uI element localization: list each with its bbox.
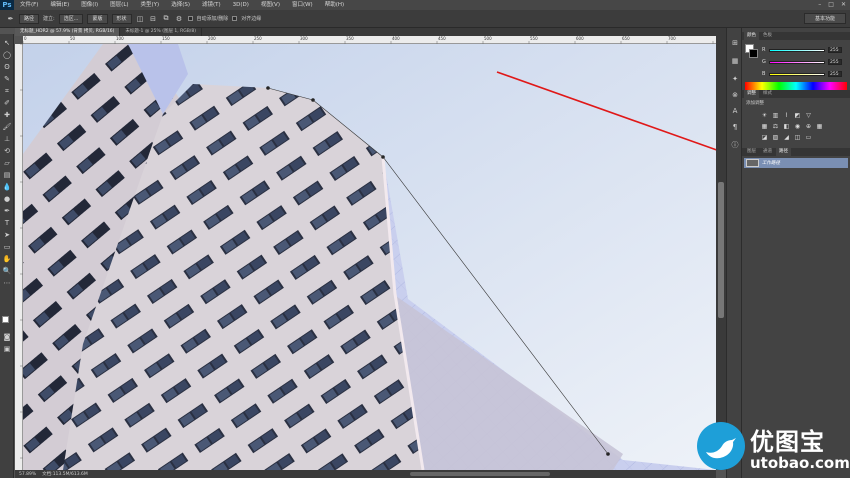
tab-layers[interactable]: 图层 bbox=[744, 148, 759, 156]
slider-red-value[interactable]: 255 bbox=[828, 47, 842, 53]
levels-icon[interactable]: ▥ bbox=[771, 112, 780, 119]
vibrance-icon[interactable]: ▽ bbox=[804, 112, 813, 119]
posterize-icon[interactable]: ▨ bbox=[771, 134, 780, 141]
slider-blue-value[interactable]: 255 bbox=[828, 71, 842, 77]
tab-channels[interactable]: 通道 bbox=[760, 148, 775, 156]
slider-blue-label: B bbox=[762, 71, 766, 77]
watermark-url: utobao.com bbox=[750, 454, 850, 472]
status-bar: 57.89% 文档:113.5M/613.6M bbox=[15, 470, 110, 478]
right-panels: 颜色 色板 R 255 G 255 B 255 调整 样式 添加调整 ☀ ▥ ⌇… bbox=[742, 28, 850, 478]
slider-blue[interactable]: B 255 bbox=[762, 70, 848, 78]
info-panel-icon[interactable]: ⓘ bbox=[730, 140, 740, 150]
slider-blue-track[interactable] bbox=[769, 72, 825, 76]
character-panel-icon[interactable]: A bbox=[730, 106, 740, 116]
color-panel: 颜色 色板 R 255 G 255 B 255 bbox=[742, 32, 850, 94]
horizontal-scroll-thumb[interactable] bbox=[410, 472, 550, 476]
threshold-icon[interactable]: ◢ bbox=[782, 134, 791, 141]
watermark-text: 优图宝 bbox=[750, 428, 825, 456]
brush-panel-icon[interactable]: ✦ bbox=[730, 74, 740, 84]
vertical-scroll-thumb[interactable] bbox=[718, 182, 724, 318]
photoshop-window: Ps 文件(F) 编辑(E) 图像(I) 图层(L) 类型(Y) 选择(S) 滤… bbox=[0, 0, 850, 478]
bird-logo-icon bbox=[697, 422, 745, 470]
slider-green-value[interactable]: 255 bbox=[828, 59, 842, 65]
black-white-icon[interactable]: ◧ bbox=[782, 123, 791, 130]
tab-paths[interactable]: 路径 bbox=[776, 148, 791, 156]
channel-mixer-icon[interactable]: ⊕ bbox=[804, 123, 813, 130]
panel-dock-icons: ⊞ ▦ ✦ ⊗ A ¶ ⓘ bbox=[726, 28, 742, 478]
slider-green-track[interactable] bbox=[769, 60, 825, 64]
color-spectrum-bar[interactable] bbox=[745, 82, 847, 90]
color-panel-tabs: 颜色 色板 bbox=[742, 32, 850, 40]
curves-icon[interactable]: ⌇ bbox=[782, 112, 791, 119]
adjustments-panel-tabs: 调整 样式 bbox=[742, 90, 850, 98]
adjustments-title: 添加调整 bbox=[746, 101, 764, 106]
paragraph-panel-icon[interactable]: ¶ bbox=[730, 122, 740, 132]
vertical-scrollbar[interactable] bbox=[716, 36, 726, 470]
slider-green-label: G bbox=[762, 59, 766, 65]
exposure-icon[interactable]: ◩ bbox=[793, 112, 802, 119]
color-balance-icon[interactable]: ⚖ bbox=[771, 123, 780, 130]
brightness-icon[interactable]: ☀ bbox=[760, 112, 769, 119]
background-color-preview[interactable] bbox=[749, 49, 758, 58]
invert-icon[interactable]: ◪ bbox=[760, 134, 769, 141]
tab-color[interactable]: 颜色 bbox=[744, 32, 759, 40]
slider-red-track[interactable] bbox=[769, 48, 825, 52]
slider-green[interactable]: G 255 bbox=[762, 58, 848, 66]
adjustment-icons: ☀ ▥ ⌇ ◩ ▽ ▦ ⚖ ◧ ◉ ⊕ ▦ ◪ ▨ ◢ ◫ ▭ bbox=[760, 112, 824, 141]
zoom-level[interactable]: 57.89% bbox=[19, 472, 36, 477]
tab-swatches[interactable]: 色板 bbox=[760, 32, 775, 40]
hue-saturation-icon[interactable]: ▦ bbox=[760, 123, 769, 130]
layers-panel-tabs: 图层 通道 路径 bbox=[742, 148, 850, 156]
adjustments-panel: 调整 样式 添加调整 ☀ ▥ ⌇ ◩ ▽ ▦ ⚖ ◧ ◉ ⊕ ▦ ◪ ▨ ◢ ◫ bbox=[742, 90, 850, 150]
tab-styles[interactable]: 样式 bbox=[760, 90, 775, 98]
watermark: 优图宝 utobao.com bbox=[692, 420, 850, 478]
path-thumbnail bbox=[746, 159, 759, 167]
blank-slot-icon bbox=[815, 134, 824, 141]
document-size: 文档:113.5M/613.6M bbox=[42, 472, 88, 477]
selective-color-icon[interactable]: ◫ bbox=[793, 134, 802, 141]
color-lookup-icon[interactable]: ▦ bbox=[815, 123, 824, 130]
tab-adjustments[interactable]: 调整 bbox=[744, 90, 759, 98]
gradient-map-icon[interactable]: ▭ bbox=[804, 134, 813, 141]
horizontal-scrollbar[interactable] bbox=[110, 470, 716, 478]
blank-slot-icon bbox=[815, 112, 824, 119]
photo-filter-icon[interactable]: ◉ bbox=[793, 123, 802, 130]
slider-red[interactable]: R 255 bbox=[762, 46, 848, 54]
path-name: 工作路径 bbox=[762, 161, 780, 166]
clone-source-panel-icon[interactable]: ⊗ bbox=[730, 90, 740, 100]
properties-panel-icon[interactable]: ▦ bbox=[730, 56, 740, 66]
history-panel-icon[interactable]: ⊞ bbox=[730, 38, 740, 48]
work-path-row[interactable]: 工作路径 bbox=[744, 158, 848, 168]
slider-red-label: R bbox=[762, 47, 766, 53]
